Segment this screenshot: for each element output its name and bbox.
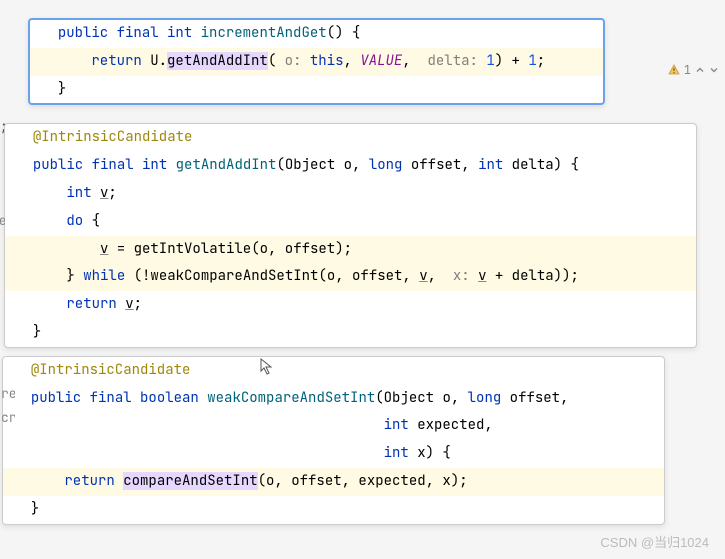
gutter-text: ge: [0, 212, 5, 229]
code-popup-2[interactable]: ge @IntrinsicCandidate public final int …: [4, 123, 697, 347]
code-line[interactable]: return v;: [5, 291, 696, 319]
code-line[interactable]: }: [3, 496, 664, 524]
watermark: CSDN @当归1024: [600, 532, 709, 551]
gutter-text: cr: [1, 409, 15, 426]
code-popup-3[interactable]: re cr @IntrinsicCandidate public final b…: [2, 356, 665, 525]
code-line[interactable]: int expected,: [3, 412, 664, 440]
code-popup-1[interactable]: public final int incrementAndGet() { ret…: [28, 18, 605, 105]
chevron-up-icon[interactable]: [695, 65, 705, 75]
code-line-highlighted[interactable]: v = getIntVolatile(o, offset);: [5, 236, 696, 264]
code-line[interactable]: public final int incrementAndGet() {: [30, 20, 603, 48]
code-line[interactable]: }: [30, 76, 603, 104]
code-line[interactable]: }: [5, 319, 696, 347]
code-line-highlighted[interactable]: } while (!weakCompareAndSetInt(o, offset…: [5, 263, 696, 291]
code-line-highlighted[interactable]: return U.getAndAddInt( o: this, VALUE, d…: [30, 48, 603, 76]
code-line[interactable]: do {: [5, 208, 696, 236]
chevron-down-icon[interactable]: [709, 65, 719, 75]
code-line[interactable]: public final boolean weakCompareAndSetIn…: [3, 385, 664, 413]
code-line[interactable]: public final int getAndAddInt(Object o, …: [5, 152, 696, 180]
code-line-highlighted[interactable]: return compareAndSetInt(o, offset, expec…: [3, 468, 664, 496]
code-line[interactable]: @IntrinsicCandidate: [3, 357, 664, 385]
warning-icon: [668, 64, 680, 76]
gutter-text: re: [1, 385, 15, 402]
code-line[interactable]: int v;: [5, 180, 696, 208]
code-line[interactable]: @IntrinsicCandidate: [5, 124, 696, 152]
inspection-badges: 1: [668, 62, 719, 78]
code-line[interactable]: int x) {: [3, 440, 664, 468]
warning-count: 1: [684, 62, 691, 78]
